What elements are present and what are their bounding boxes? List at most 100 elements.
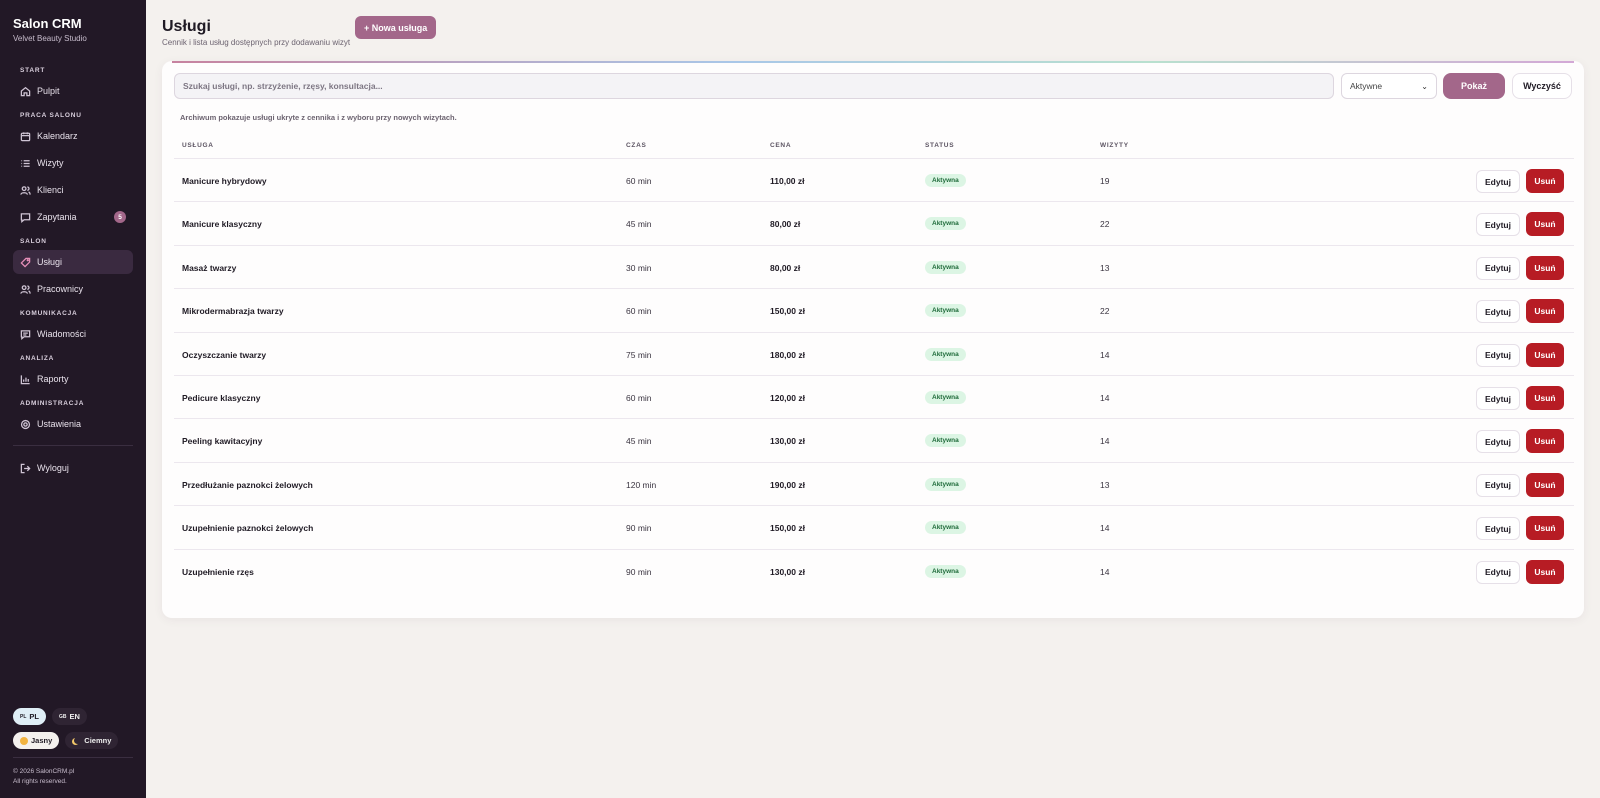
edit-button[interactable]: Edytuj bbox=[1476, 170, 1520, 193]
column-header-time: CZAS bbox=[626, 142, 647, 149]
status-select[interactable]: Aktywne ⌄ bbox=[1341, 73, 1437, 99]
tag-icon bbox=[20, 257, 31, 268]
service-time: 75 min bbox=[626, 349, 652, 360]
page-title: Usługi bbox=[162, 18, 211, 35]
users-icon bbox=[20, 185, 31, 196]
theme-switcher: Jasny Ciemny bbox=[13, 732, 119, 749]
sidebar-item-klienci[interactable]: Klienci bbox=[13, 178, 133, 202]
nav-section-praca: PRACA SALONU bbox=[20, 112, 82, 119]
delete-button[interactable]: Usuń bbox=[1526, 255, 1564, 280]
visits-count: 14 bbox=[1100, 436, 1110, 447]
inquiries-count-badge: 5 bbox=[114, 211, 126, 223]
delete-button[interactable]: Usuń bbox=[1526, 429, 1564, 454]
sidebar-item-pracownicy[interactable]: Pracownicy bbox=[13, 277, 133, 301]
service-price: 80,00 zł bbox=[770, 219, 801, 230]
visits-count: 14 bbox=[1100, 523, 1110, 534]
delete-button[interactable]: Usuń bbox=[1526, 169, 1564, 193]
status-badge: Aktywna bbox=[925, 391, 966, 404]
sidebar-footer: © 2026 SalonCRM.pl All rights reserved. bbox=[13, 757, 133, 787]
staff-icon bbox=[20, 284, 31, 295]
table-row: Przedłużanie paznokci żelowych 120 min 1… bbox=[174, 463, 1574, 507]
edit-button[interactable]: Edytuj bbox=[1476, 387, 1520, 410]
lang-pl-button[interactable]: PL PL bbox=[13, 708, 46, 725]
service-price: 180,00 zł bbox=[770, 349, 805, 360]
edit-button[interactable]: Edytuj bbox=[1476, 300, 1520, 324]
nav-section-analiza: ANALIZA bbox=[20, 355, 55, 362]
edit-button[interactable]: Edytuj bbox=[1476, 473, 1520, 497]
gear-icon bbox=[20, 419, 31, 430]
page-subtitle: Cennik i lista usług dostępnych przy dod… bbox=[162, 38, 351, 47]
lang-en-label: EN bbox=[69, 712, 80, 721]
status-badge: Aktywna bbox=[925, 174, 966, 187]
sidebar-item-label: Raporty bbox=[37, 374, 69, 384]
gb-flag-icon: GB bbox=[58, 713, 67, 720]
rights-text: All rights reserved. bbox=[13, 778, 67, 785]
delete-button[interactable]: Usuń bbox=[1526, 472, 1564, 497]
sidebar-item-pulpit[interactable]: Pulpit bbox=[13, 79, 133, 103]
edit-button[interactable]: Edytuj bbox=[1476, 256, 1520, 280]
sidebar-item-label: Usługi bbox=[37, 257, 63, 267]
delete-button[interactable]: Usuń bbox=[1526, 299, 1564, 324]
status-badge: Aktywna bbox=[925, 347, 966, 361]
service-time: 60 min bbox=[626, 176, 652, 186]
visits-count: 22 bbox=[1100, 306, 1110, 317]
column-header-price: CENA bbox=[770, 142, 792, 149]
show-button[interactable]: Pokaż bbox=[1443, 73, 1505, 99]
table-row: Uzupełnienie paznokci żelowych 90 min 15… bbox=[174, 506, 1574, 550]
clear-button[interactable]: Wyczyść bbox=[1512, 73, 1572, 99]
service-price: 150,00 zł bbox=[770, 523, 805, 534]
sidebar-item-label: Pulpit bbox=[37, 86, 60, 96]
service-time: 120 min bbox=[626, 479, 657, 490]
service-name: Manicure hybrydowy bbox=[182, 176, 267, 186]
status-badge: Aktywna bbox=[925, 564, 966, 578]
chart-icon bbox=[20, 374, 31, 385]
delete-button[interactable]: Usuń bbox=[1526, 559, 1564, 584]
sidebar-item-zapytania[interactable]: Zapytania 5 bbox=[13, 205, 133, 229]
theme-dark-label: Ciemny bbox=[84, 736, 112, 745]
visits-count: 19 bbox=[1100, 176, 1110, 186]
nav-section-salon: SALON bbox=[20, 238, 47, 245]
brand-title: Salon CRM bbox=[13, 16, 82, 31]
search-input[interactable] bbox=[174, 73, 1334, 99]
table-row: Peeling kawitacyjny 45 min 130,00 zł Akt… bbox=[174, 419, 1574, 463]
delete-button[interactable]: Usuń bbox=[1526, 386, 1564, 410]
visits-count: 13 bbox=[1100, 479, 1110, 490]
edit-button[interactable]: Edytuj bbox=[1476, 560, 1520, 584]
lang-en-button[interactable]: GB EN bbox=[51, 708, 87, 725]
table-row: Mikrodermabrazja twarzy 60 min 150,00 zł… bbox=[174, 289, 1574, 333]
service-name: Mikrodermabrazja twarzy bbox=[182, 306, 284, 317]
sidebar-item-wiadomosci[interactable]: Wiadomości bbox=[13, 322, 133, 346]
sidebar-divider bbox=[13, 445, 133, 446]
sidebar-item-label: Pracownicy bbox=[37, 284, 84, 294]
sidebar-item-raporty[interactable]: Raporty bbox=[13, 367, 133, 391]
delete-button[interactable]: Usuń bbox=[1526, 212, 1564, 237]
sidebar-item-uslugi[interactable]: Usługi bbox=[13, 250, 133, 274]
service-price: 130,00 zł bbox=[770, 436, 805, 447]
edit-button[interactable]: Edytuj bbox=[1476, 517, 1520, 541]
delete-button[interactable]: Usuń bbox=[1526, 516, 1564, 541]
status-badge: Aktywna bbox=[925, 434, 966, 448]
sidebar-item-kalendarz[interactable]: Kalendarz bbox=[13, 124, 133, 148]
theme-light-button[interactable]: Jasny bbox=[13, 732, 60, 749]
edit-button[interactable]: Edytuj bbox=[1476, 343, 1520, 367]
service-name: Uzupełnienie rzęs bbox=[182, 566, 254, 577]
status-badge: Aktywna bbox=[925, 304, 966, 318]
service-time: 30 min bbox=[626, 262, 652, 273]
sidebar-item-wizyty[interactable]: Wizyty bbox=[13, 151, 133, 175]
column-header-status: STATUS bbox=[925, 142, 955, 149]
new-service-button[interactable]: + Nowa usługa bbox=[355, 16, 437, 39]
sidebar-item-label: Wiadomości bbox=[37, 329, 87, 339]
archive-note: Archiwum pokazuje usługi ukryte z cennik… bbox=[180, 113, 457, 122]
service-price: 120,00 zł bbox=[770, 393, 805, 403]
status-badge: Aktywna bbox=[925, 217, 966, 231]
status-badge: Aktywna bbox=[925, 260, 966, 274]
copyright-text: © 2026 SalonCRM.pl bbox=[13, 768, 75, 775]
theme-dark-button[interactable]: Ciemny bbox=[65, 732, 119, 749]
edit-button[interactable]: Edytuj bbox=[1476, 213, 1520, 237]
sidebar-item-wyloguj[interactable]: Wyloguj bbox=[13, 456, 133, 480]
sidebar-item-ustawienia[interactable]: Ustawienia bbox=[13, 412, 133, 436]
table-header: USŁUGA CZAS CENA STATUS WIZYTY bbox=[174, 135, 1574, 159]
delete-button[interactable]: Usuń bbox=[1526, 342, 1564, 367]
edit-button[interactable]: Edytuj bbox=[1476, 430, 1520, 454]
sidebar: Salon CRM Velvet Beauty Studio START Pul… bbox=[0, 0, 146, 798]
